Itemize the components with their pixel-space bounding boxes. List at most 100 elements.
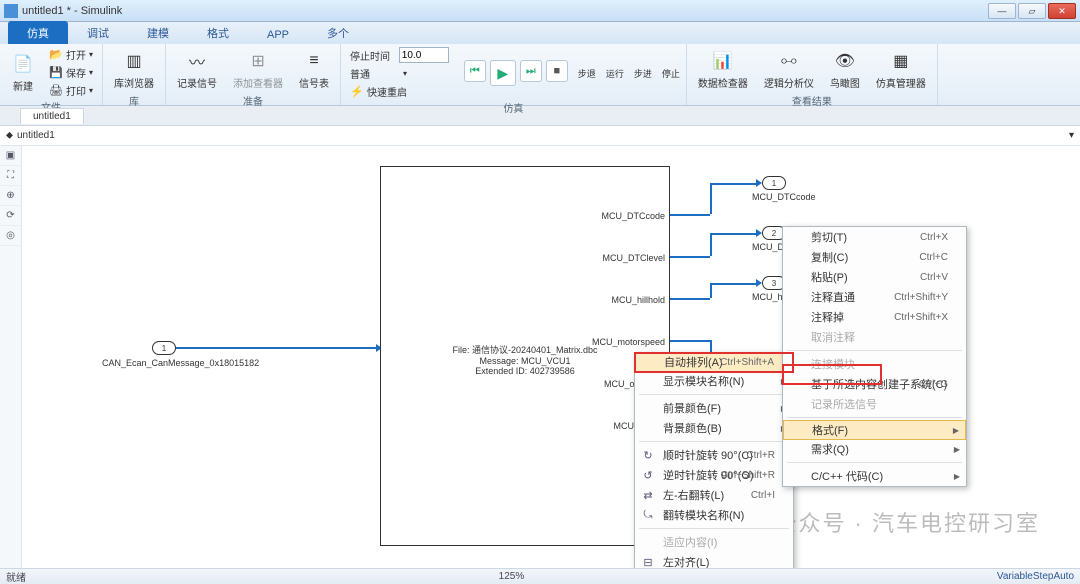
log-signal-button[interactable]: 〰记录信号 [172, 46, 222, 93]
context-menu: 剪切(T)Ctrl+X复制(C)Ctrl+C粘贴(P)Ctrl+V注释直通Ctr… [782, 226, 967, 487]
fast-restart-button[interactable]: ⚡快速重启 [347, 83, 452, 100]
add-viewer-button[interactable]: ⊞添加查看器 [228, 46, 288, 93]
tool-hide[interactable]: ⟳ [0, 206, 21, 226]
library-icon: ▥ [122, 49, 146, 73]
menu-item: 适应内容(I) [635, 532, 793, 552]
canvas-toolstrip: ▣ ⛶ ⊕ ⟳ ◎ [0, 146, 22, 568]
ribbon-group-prep: 〰记录信号 ⊞添加查看器 ≡信号表 准备 [166, 44, 341, 105]
breadcrumb-bar: ⬥ untitled1 ▾ [0, 126, 1080, 146]
block-out-label: MCU_motorspeed [592, 337, 665, 347]
menu-item[interactable]: ⇄左-右翻转(L)Ctrl+I [635, 485, 793, 505]
menu-item[interactable]: ⊟左对齐(L) [635, 552, 793, 568]
gear-icon: ▦ [889, 49, 913, 73]
model-canvas[interactable]: 1 CAN_Ecan_CanMessage_0x18015182 CAN Msg… [22, 146, 1080, 568]
chevron-right-icon: ▶ [954, 472, 960, 481]
play-icon: ▶ [497, 65, 508, 82]
status-zoom[interactable]: 125% [499, 571, 525, 582]
step-fwd-icon: ⏭ [526, 65, 536, 78]
logic-icon: ⧟ [777, 49, 801, 73]
stop-time-input[interactable] [399, 47, 449, 63]
stop-icon: ■ [553, 65, 560, 77]
app-icon [4, 4, 18, 18]
inport-1-label: CAN_Ecan_CanMessage_0x18015182 [102, 358, 259, 368]
menu-icon: ↻ [641, 449, 655, 462]
tool-target[interactable]: ◎ [0, 226, 21, 246]
doc-tab[interactable]: untitled1 [20, 108, 84, 124]
simmgr-button[interactable]: ▦仿真管理器 [871, 46, 931, 93]
title-bar: untitled1 * - Simulink — ▱ ✕ [0, 0, 1080, 22]
menu-item[interactable]: 显示模块名称(N)▶ [635, 371, 793, 391]
minimize-button[interactable]: — [988, 3, 1016, 19]
block-out-label: MCU_DTCcode [601, 211, 665, 221]
breadcrumb-text[interactable]: untitled1 [17, 130, 55, 141]
stop-button[interactable]: ■ [546, 60, 568, 82]
menu-item: 记录所选信号 [783, 394, 966, 414]
outport-label: MCU_hi [752, 292, 785, 302]
menu-item[interactable]: 需求(Q)▶ [783, 439, 966, 459]
menu-item[interactable]: ↻顺时针旋转 90°(C)Ctrl+R [635, 445, 793, 465]
outport-1[interactable]: 1 [762, 176, 786, 190]
eye-icon: 👁 [833, 49, 857, 73]
menu-icon: ⇄ [641, 489, 655, 502]
menu-item: 取消注释 [783, 327, 966, 347]
can-unpack-block[interactable]: File: 通信协议-20240401_Matrix.dbc Message: … [380, 166, 670, 546]
tab-more[interactable]: 多个 [308, 21, 368, 44]
menu-item[interactable]: ⤿翻转模块名称(N) [635, 505, 793, 525]
flash-icon: ⚡ [350, 85, 364, 99]
submenu-format: 自动排列(A)Ctrl+Shift+A显示模块名称(N)▶ 前景颜色(F)▶背景颜… [634, 352, 794, 568]
menu-item[interactable]: 剪切(T)Ctrl+X [783, 227, 966, 247]
signal-table-button[interactable]: ≡信号表 [294, 46, 334, 93]
save-button[interactable]: 💾保存 ▾ [46, 64, 96, 81]
tab-sim[interactable]: 仿真 [8, 21, 68, 44]
dropdown-icon[interactable]: ▾ [1069, 130, 1074, 141]
menu-item[interactable]: 注释掉Ctrl+Shift+X [783, 307, 966, 327]
logic-analyzer-button[interactable]: ⧟逻辑分析仪 [759, 46, 819, 93]
menu-item[interactable]: 基于所选内容创建子系统(C)Ctrl+G [783, 374, 966, 394]
menu-item[interactable]: 背景颜色(B)▶ [635, 418, 793, 438]
open-icon: 📂 [49, 48, 63, 62]
data-inspector-button[interactable]: 📊数据检查器 [693, 46, 753, 93]
birdeye-button[interactable]: 👁鸟瞰图 [825, 46, 865, 93]
status-bar: 就绪 125% VariableStepAuto [0, 568, 1080, 584]
status-ready: 就绪 [6, 569, 26, 584]
menu-item[interactable]: 自动排列(A)Ctrl+Shift+A [635, 352, 793, 372]
print-button[interactable]: 🖨打印 ▾ [46, 82, 96, 99]
ribbon-group-file: 📄新建 📂打开 ▾ 💾保存 ▾ 🖨打印 ▾ 文件 [0, 44, 103, 105]
menu-item[interactable]: 粘贴(P)Ctrl+V [783, 267, 966, 287]
close-button[interactable]: ✕ [1048, 3, 1076, 19]
menu-item[interactable]: C/C++ 代码(C)▶ [783, 466, 966, 486]
menu-item[interactable]: 格式(F)▶ [783, 420, 966, 440]
maximize-button[interactable]: ▱ [1018, 3, 1046, 19]
ribbon-group-lib: ▥库浏览器 库 [103, 44, 166, 105]
status-solver[interactable]: VariableStepAuto [997, 571, 1074, 582]
menu-icon: ⤿ [641, 509, 655, 522]
open-button[interactable]: 📂打开 ▾ [46, 46, 96, 63]
menu-item[interactable]: 注释直通Ctrl+Shift+Y [783, 287, 966, 307]
table-icon: ≡ [302, 49, 326, 73]
library-browser-button[interactable]: ▥库浏览器 [109, 46, 159, 93]
menu-item[interactable]: ↺逆时针旋转 90°(O)Ctrl+Shift+R [635, 465, 793, 485]
tool-zoomin[interactable]: ⊕ [0, 186, 21, 206]
menu-item[interactable]: 前景颜色(F)▶ [635, 398, 793, 418]
chevron-right-icon: ▶ [953, 426, 959, 435]
tool-explorer[interactable]: ▣ [0, 146, 21, 166]
wave-icon: 〰 [185, 49, 209, 73]
run-button[interactable]: ▶ [490, 60, 516, 86]
ribbon-group-review: 📊数据检查器 ⧟逻辑分析仪 👁鸟瞰图 ▦仿真管理器 查看结果 [687, 44, 938, 105]
new-button[interactable]: 📄新建 [6, 49, 40, 96]
tool-zoomfit[interactable]: ⛶ [0, 166, 21, 186]
save-icon: 💾 [49, 66, 63, 80]
document-tabs: untitled1 [0, 106, 1080, 126]
menu-icon: ↺ [641, 469, 655, 482]
step-back-button[interactable]: ⏮ [464, 60, 486, 82]
step-fwd-button[interactable]: ⏭ [520, 60, 542, 82]
tab-model[interactable]: 建模 [128, 21, 188, 44]
tab-format[interactable]: 格式 [188, 21, 248, 44]
menu-item[interactable]: 复制(C)Ctrl+C [783, 247, 966, 267]
new-icon: 📄 [11, 52, 35, 76]
tab-app[interactable]: APP [248, 25, 308, 44]
inport-1[interactable]: 1 [152, 341, 176, 355]
mode-select[interactable]: 普通▾ [347, 65, 452, 82]
breadcrumb-icon: ⬥ [6, 130, 13, 141]
tab-debug[interactable]: 调试 [68, 21, 128, 44]
